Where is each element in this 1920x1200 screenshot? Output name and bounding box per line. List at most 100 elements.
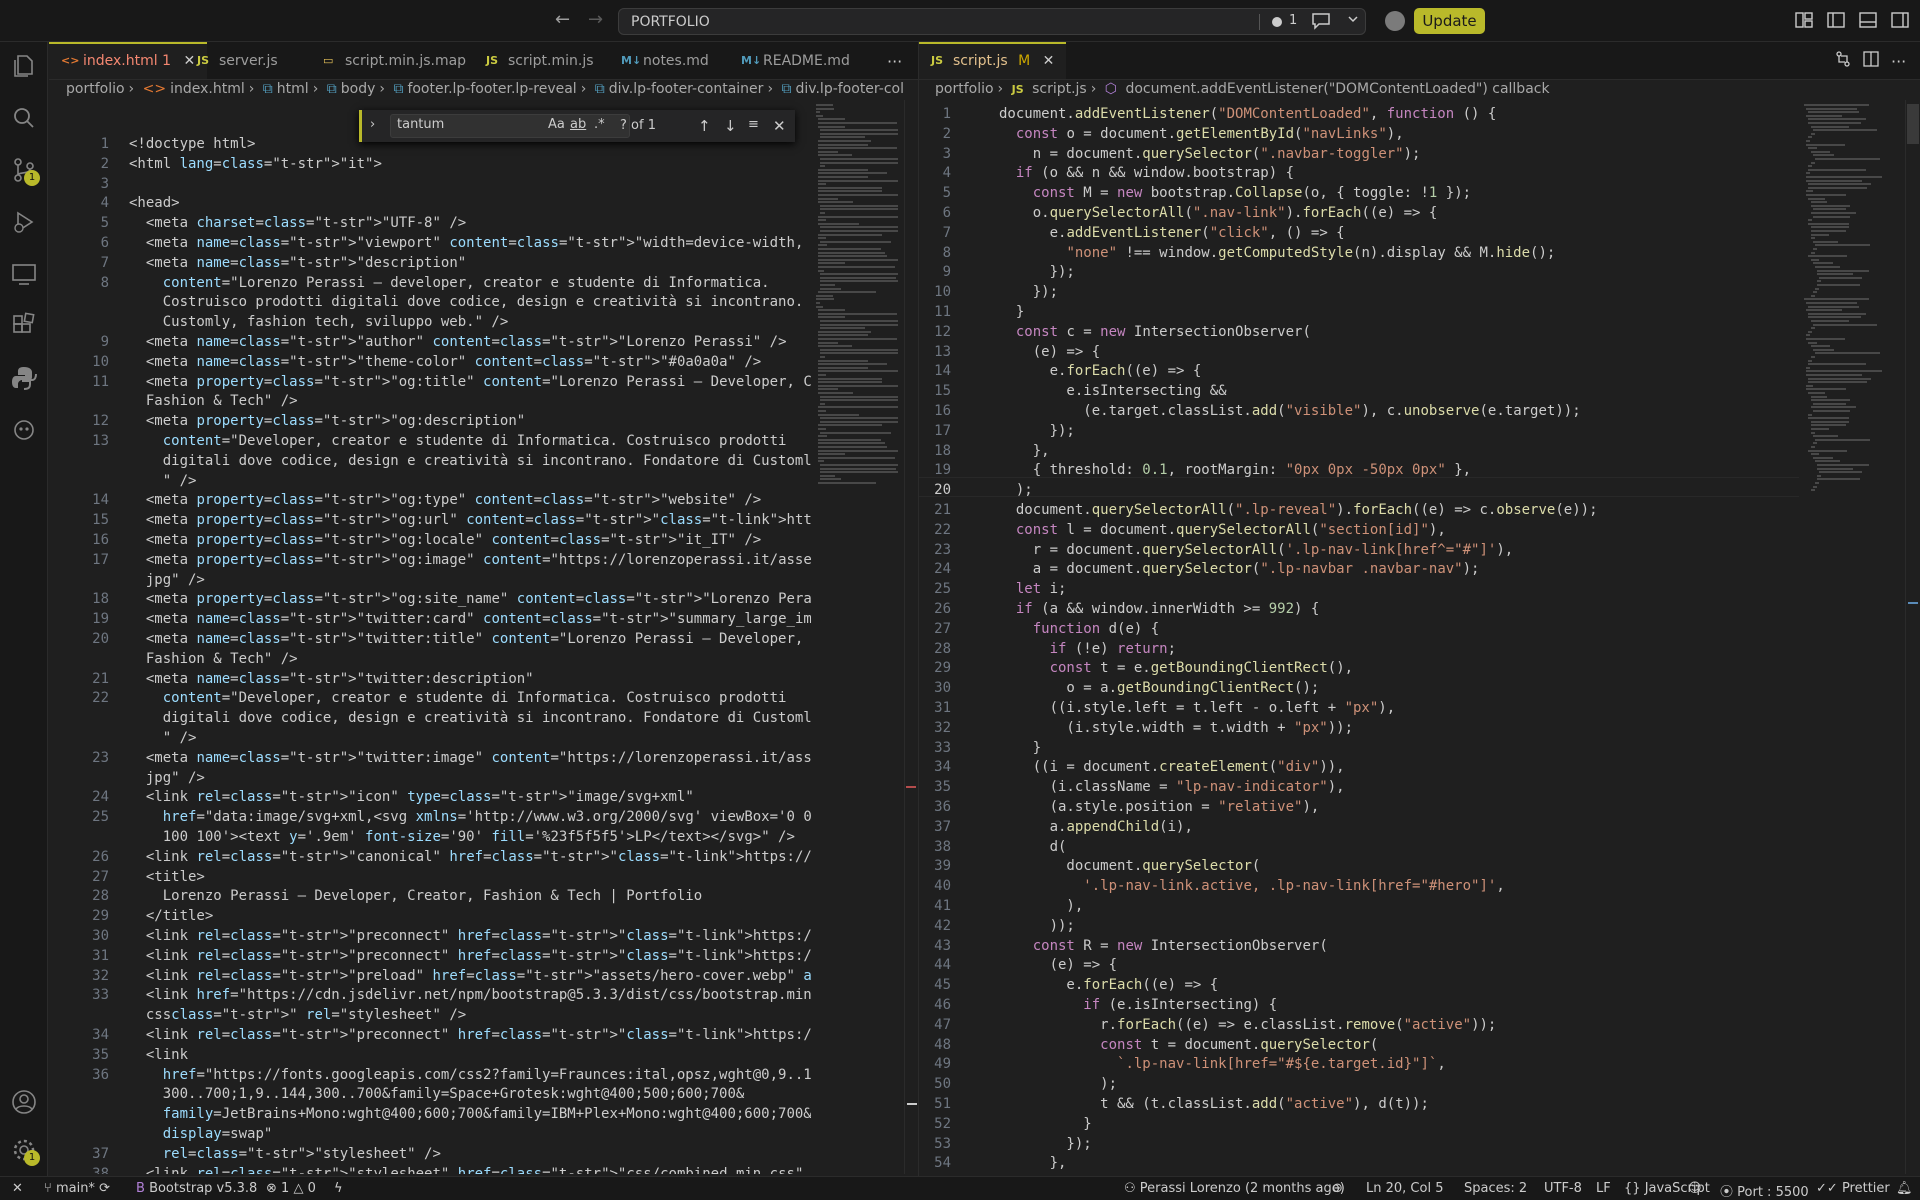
- breadcrumb-item[interactable]: script.js: [1032, 81, 1087, 97]
- code-line[interactable]: 16 (e.target.classList.add("visible"), c…: [919, 401, 1799, 421]
- code-line[interactable]: 6 <meta name=class="t-str">"viewport" co…: [49, 233, 811, 253]
- toggle-secondary-sidebar-icon[interactable]: [1890, 10, 1912, 32]
- tab-index-html[interactable]: <> index.html 1 ✕: [49, 42, 208, 79]
- line-ending[interactable]: LF: [1596, 1181, 1611, 1196]
- code-line[interactable]: 50 );: [919, 1074, 1799, 1094]
- toggle-panel-icon[interactable]: [1858, 10, 1880, 32]
- whole-word-icon[interactable]: ab: [570, 117, 586, 132]
- code-line[interactable]: 8 content="Lorenzo Perassi – developer, …: [49, 273, 811, 293]
- code-line[interactable]: 42 ));: [919, 916, 1799, 936]
- code-line[interactable]: 24 <link rel=class="t-str">"icon" type=c…: [49, 787, 811, 807]
- code-line[interactable]: 2 <html lang=class="t-str">"it">: [49, 154, 811, 174]
- code-line[interactable]: 39 document.querySelector(: [919, 856, 1799, 876]
- code-line[interactable]: 7 e.addEventListener("click", () => {: [919, 223, 1799, 243]
- tab-script-js[interactable]: JS script.js M ✕: [919, 42, 1067, 79]
- close-icon[interactable]: ✕: [1043, 53, 1055, 69]
- code-line[interactable]: 48 const t = document.querySelector(: [919, 1035, 1799, 1055]
- code-line[interactable]: 8 "none" !== window.getComputedStyle(n).…: [919, 243, 1799, 263]
- tab-script-min-js[interactable]: JS script.min.js: [474, 42, 606, 79]
- code-line[interactable]: 52 }: [919, 1114, 1799, 1134]
- code-line[interactable]: 5 <meta charset=class="t-str">"UTF-8" />: [49, 213, 811, 233]
- code-line[interactable]: 47 r.forEach((e) => e.classList.remove("…: [919, 1015, 1799, 1035]
- code-line[interactable]: 32 (i.style.width = t.width + "px"));: [919, 718, 1799, 738]
- git-blame-status[interactable]: ⚇ Perassi Lorenzo (2 months ago): [1124, 1181, 1345, 1196]
- right-code-editor[interactable]: 1 document.addEventListener("DOMContentLo…: [919, 104, 1799, 1174]
- code-line[interactable]: 18 <meta property=class="t-str">"og:site…: [49, 589, 811, 609]
- breadcrumb-item[interactable]: portfolio: [66, 81, 125, 97]
- toggle-replace-chevron-icon[interactable]: ›: [370, 117, 375, 132]
- live-server-status[interactable]: ⦿ Port : 5500: [1720, 1181, 1809, 1200]
- code-line[interactable]: 20 );: [919, 480, 1799, 500]
- code-line[interactable]: 18 },: [919, 441, 1799, 461]
- code-line[interactable]: 53 });: [919, 1134, 1799, 1154]
- code-line[interactable]: 54 },: [919, 1153, 1799, 1173]
- code-line[interactable]: jpg" />: [49, 768, 811, 788]
- tab-readme-md[interactable]: M↓ README.md: [729, 42, 862, 79]
- code-line[interactable]: 2 const o = document.getElementById("nav…: [919, 124, 1799, 144]
- close-find-icon[interactable]: ✕: [773, 117, 786, 135]
- code-line[interactable]: 13 content="Developer, creator e student…: [49, 431, 811, 451]
- right-minimap[interactable]: [1800, 100, 1904, 1174]
- source-control-icon[interactable]: 1: [10, 156, 40, 186]
- previous-match-icon[interactable]: ↑: [698, 117, 711, 135]
- code-line[interactable]: 1 document.addEventListener("DOMContentLo…: [919, 104, 1799, 124]
- code-line[interactable]: 12 const c = new IntersectionObserver(: [919, 322, 1799, 342]
- code-line[interactable]: 37 rel=class="t-str">"stylesheet" />: [49, 1144, 811, 1164]
- breadcrumb-item[interactable]: html: [277, 81, 309, 97]
- more-actions-icon[interactable]: ···: [887, 52, 902, 71]
- prettier-status[interactable]: ✓✓ Prettier: [1816, 1181, 1890, 1196]
- code-line[interactable]: 19 <meta name=class="t-str">"twitter:car…: [49, 609, 811, 629]
- code-line[interactable]: 35 <link: [49, 1045, 811, 1065]
- code-line[interactable]: jpg" />: [49, 570, 811, 590]
- bootstrap-status[interactable]: B Bootstrap v5.3.8: [136, 1181, 257, 1196]
- left-code-editor[interactable]: 1 <!doctype html> 2 <html lang=class="t-str…: [49, 134, 811, 1174]
- code-line[interactable]: 4 <head>: [49, 193, 811, 213]
- code-line[interactable]: 300..700;1,9..144,300..700&family=Space+…: [49, 1084, 811, 1104]
- code-line[interactable]: 23 r = document.querySelectorAll('.lp-na…: [919, 540, 1799, 560]
- search-icon[interactable]: [10, 104, 38, 132]
- code-line[interactable]: 9 <meta name=class="t-str">"author" cont…: [49, 332, 811, 352]
- settings-gear-icon[interactable]: 1: [10, 1136, 40, 1166]
- code-line[interactable]: cssclass="t-str">" rel="stylesheet" />: [49, 1005, 811, 1025]
- back-arrow-icon[interactable]: ←: [555, 10, 570, 30]
- zoom-icon[interactable]: ⊖: [1332, 1181, 1343, 1196]
- code-line[interactable]: 31 ((i.style.left = t.left - o.left + "p…: [919, 698, 1799, 718]
- code-line[interactable]: Customly, fashion tech, sviluppo web." /…: [49, 312, 811, 332]
- code-line[interactable]: 13 (e) => {: [919, 342, 1799, 362]
- code-line[interactable]: digitali dove codice, design e creativit…: [49, 451, 811, 471]
- code-line[interactable]: 27 <title>: [49, 867, 811, 887]
- code-line[interactable]: 43 const R = new IntersectionObserver(: [919, 936, 1799, 956]
- code-line[interactable]: 33 }: [919, 738, 1799, 758]
- problems-status[interactable]: ⊗ 1 △ 0: [266, 1181, 316, 1196]
- breadcrumb-item[interactable]: document.addEventListener("DOMContentLoa…: [1125, 81, 1549, 97]
- split-editor-icon[interactable]: [1862, 50, 1884, 72]
- code-line[interactable]: 4 if (o && n && window.bootstrap) {: [919, 163, 1799, 183]
- code-line[interactable]: 14 e.forEach((e) => {: [919, 361, 1799, 381]
- encoding[interactable]: UTF-8: [1544, 1181, 1582, 1196]
- breadcrumb-item[interactable]: footer.lp-footer.lp-reveal: [407, 81, 576, 97]
- code-line[interactable]: 100 100'><text y='.9em' font-size='90' f…: [49, 827, 811, 847]
- code-line[interactable]: 27 function d(e) {: [919, 619, 1799, 639]
- code-line[interactable]: 49 `.lp-nav-link[href="#${e.target.id}"]…: [919, 1054, 1799, 1074]
- code-line[interactable]: 5 const M = new bootstrap.Collapse(o, { …: [919, 183, 1799, 203]
- code-line[interactable]: 36 (a.style.position = "relative"),: [919, 797, 1799, 817]
- code-line[interactable]: 38 d(: [919, 837, 1799, 857]
- code-line[interactable]: 35 (i.className = "lp-nav-indicator"),: [919, 777, 1799, 797]
- code-line[interactable]: 24 a = document.querySelector(".lp-navba…: [919, 559, 1799, 579]
- code-line[interactable]: 28 Lorenzo Perassi – Developer, Creator,…: [49, 886, 811, 906]
- code-line[interactable]: 26 if (a && window.innerWidth >= 992) {: [919, 599, 1799, 619]
- more-actions-icon[interactable]: ···: [1891, 52, 1906, 71]
- code-line[interactable]: 16 <meta property=class="t-str">"og:loca…: [49, 530, 811, 550]
- code-line[interactable]: 3 n = document.querySelector(".navbar-to…: [919, 144, 1799, 164]
- code-line[interactable]: 38 <link rel=class="t-str">"stylesheet" …: [49, 1164, 811, 1174]
- tab-notes-md[interactable]: M↓ notes.md: [609, 42, 721, 79]
- code-line[interactable]: 31 <link rel=class="t-str">"preconnect" …: [49, 946, 811, 966]
- lightning-icon[interactable]: ϟ: [334, 1181, 343, 1196]
- code-line[interactable]: 41 ),: [919, 896, 1799, 916]
- copilot-status-icon[interactable]: ☺: [1688, 1181, 1702, 1196]
- left-scrollbar[interactable]: [904, 100, 918, 1174]
- code-line[interactable]: 36 href="https://fonts.googleapis.com/cs…: [49, 1065, 811, 1085]
- code-line[interactable]: 21 document.querySelectorAll(".lp-reveal…: [919, 500, 1799, 520]
- compare-changes-icon[interactable]: [1834, 50, 1856, 72]
- copilot-chat-icon[interactable]: [10, 416, 38, 444]
